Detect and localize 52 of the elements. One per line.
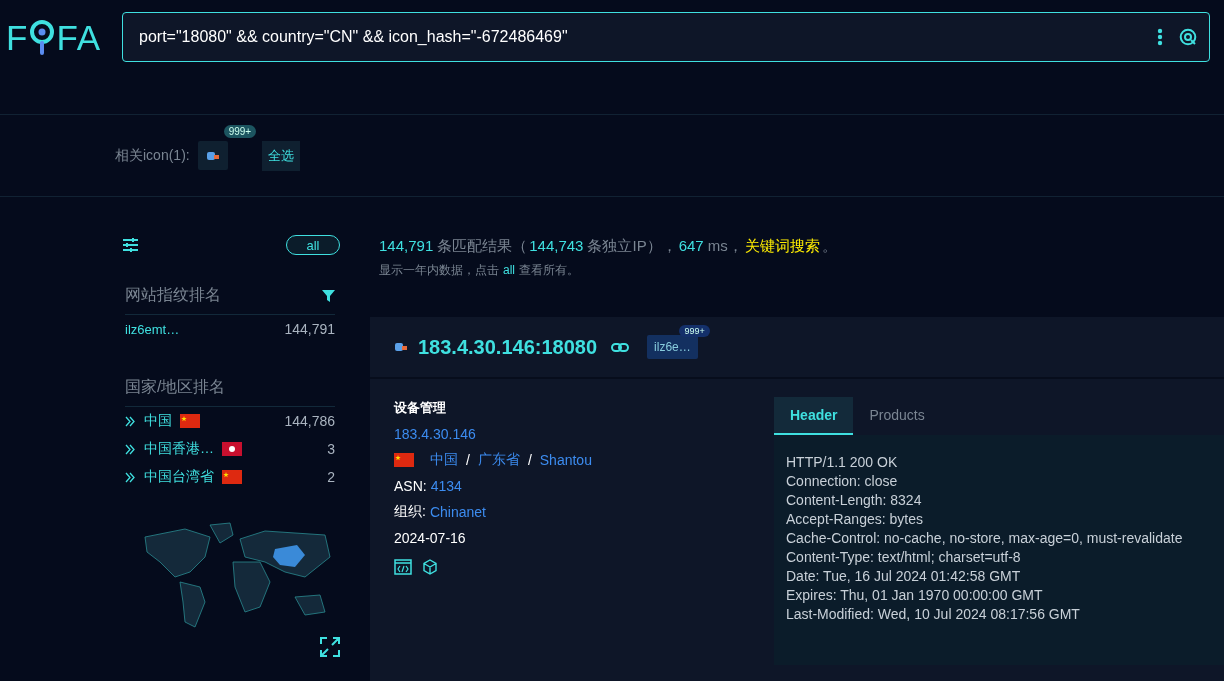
- data-range-note: 显示一年内数据，点击 all 查看所有。: [378, 262, 580, 279]
- country-link[interactable]: 中国香港…: [144, 440, 214, 458]
- location-link[interactable]: 中国: [430, 451, 458, 469]
- fofa-logo[interactable]: F FA: [0, 12, 122, 64]
- separator-slash: /: [527, 452, 532, 468]
- panel-tab[interactable]: Products: [853, 397, 941, 435]
- section-title: 国家/地区排名: [125, 377, 226, 397]
- date-text: 2024-07-16: [394, 530, 467, 546]
- host-link[interactable]: 183.4.30.146:18080: [418, 335, 598, 359]
- site-title: 设备管理: [394, 399, 447, 417]
- fullscreen-icon[interactable]: [320, 637, 340, 657]
- count-text: 3: [327, 441, 335, 457]
- double-chevron-icon: [125, 415, 136, 427]
- ip-link[interactable]: 183.4.30.146: [394, 426, 774, 442]
- http-header-text: HTTP/1.1 200 OK Connection: close Content-Length: 8324 Accept-Ranges: bytes Cache-Control: no-cache, no-store, max-age=0, must-revalidate Content-Type: text/html; charset=utf-8 Date: Tue, 16 Jul 2024 01:42:58 GMT Expires: Thu, 01 Jan 1970 00:00:00 GMT Last-Modified: Wed, 10 Jul 2024 08:17:56 GMT: [774, 435, 1224, 665]
- separator-slash: /: [466, 452, 470, 468]
- asn-label: ASN:: [394, 478, 427, 494]
- location-link[interactable]: 广东省: [477, 451, 520, 469]
- asn-link[interactable]: 4134: [430, 478, 462, 494]
- count-badge: 999+: [223, 125, 257, 138]
- count-badge: 999+: [679, 325, 710, 337]
- country-link[interactable]: 中国: [144, 412, 172, 430]
- double-chevron-icon: [125, 443, 136, 455]
- favicon-icon: [205, 149, 220, 162]
- count-text: 144,786: [284, 413, 335, 429]
- results-summary: 144,791 条匹配结果（144,743 条独立IP），647 ms，关键词搜索。: [378, 236, 838, 256]
- org-label: 组织:: [394, 503, 426, 521]
- search-input[interactable]: port="18080" && country="CN" && icon_hash="-672486469": [137, 27, 1157, 47]
- filter-settings-icon[interactable]: [123, 238, 138, 252]
- location-link[interactable]: Shantou: [539, 452, 592, 468]
- favicon-thumbnail[interactable]: [197, 141, 228, 170]
- all-button[interactable]: all: [286, 235, 340, 255]
- link-icon[interactable]: [611, 342, 630, 352]
- cube-icon[interactable]: [422, 559, 438, 575]
- country-link[interactable]: 中国台湾省: [144, 468, 214, 486]
- fingerprint-tag[interactable]: ilz6e…: [647, 335, 698, 359]
- count-text: 2: [327, 469, 335, 485]
- count-text: 144,791: [284, 321, 335, 337]
- select-all-button[interactable]: 全选: [261, 140, 300, 171]
- favicon-icon: [394, 341, 408, 353]
- all-link[interactable]: all: [503, 263, 515, 277]
- panel-tab[interactable]: Header: [774, 397, 854, 435]
- double-chevron-icon: [125, 471, 136, 483]
- code-icon[interactable]: [394, 559, 412, 575]
- search-icon[interactable]: [1179, 28, 1197, 46]
- org-link[interactable]: Chinanet: [429, 504, 486, 520]
- filter-icon[interactable]: [322, 289, 335, 302]
- more-options-icon[interactable]: [1157, 28, 1163, 46]
- search-field[interactable]: port="18080" && country="CN" && icon_hash="-672486469": [122, 12, 1210, 62]
- section-title: 网站指纹排名: [125, 285, 221, 305]
- fingerprint-link[interactable]: ilz6emt…: [125, 321, 180, 337]
- related-icons-label: 相关icon(1):: [115, 146, 190, 165]
